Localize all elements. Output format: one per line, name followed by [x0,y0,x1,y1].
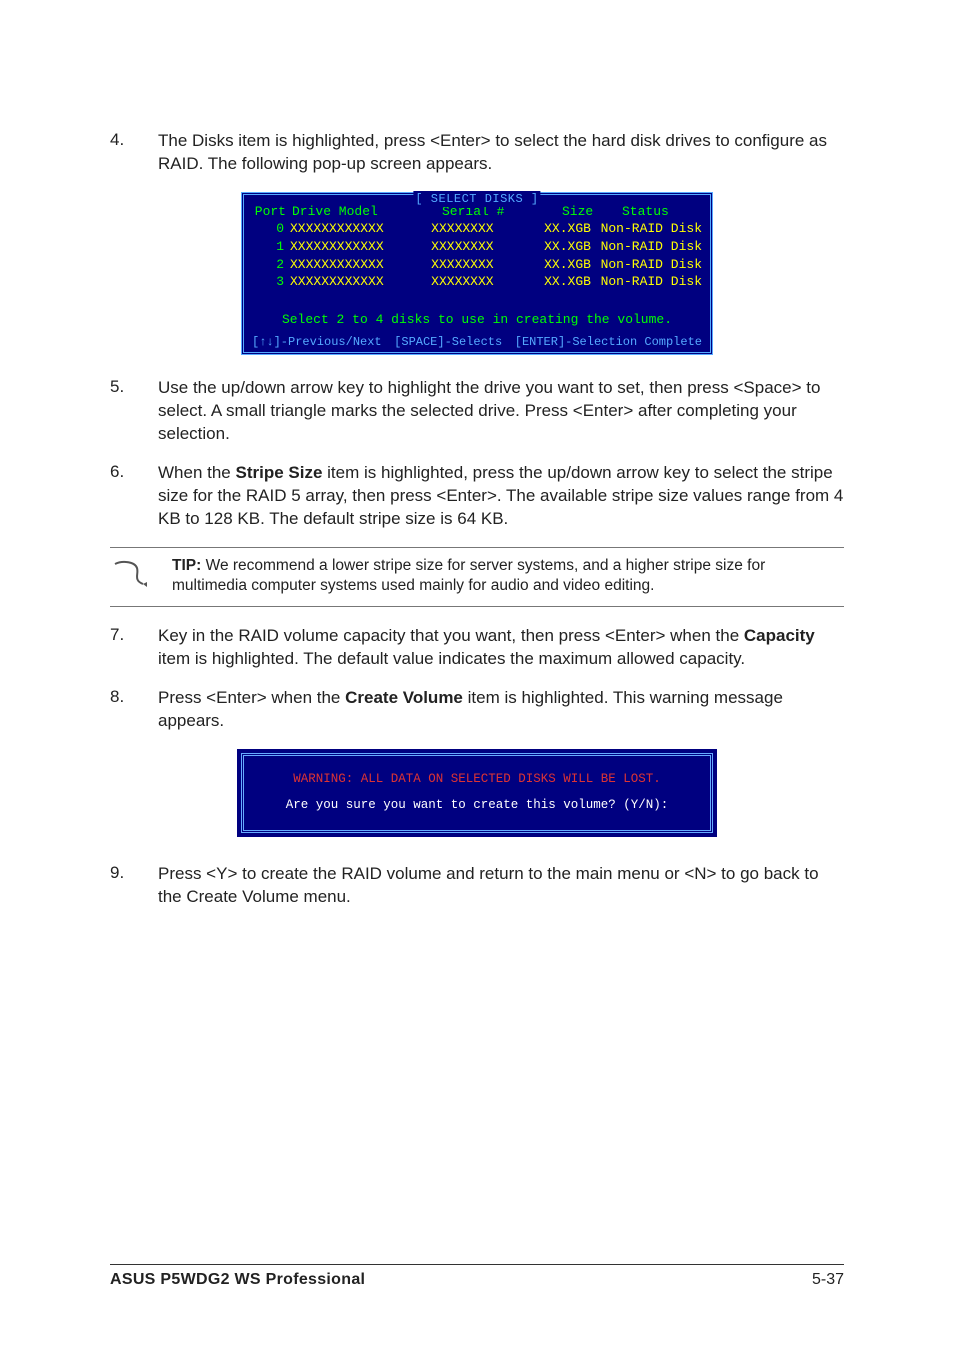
table-row: 0 XXXXXXXXXXXX XXXXXXXX XX.XGB Non-RAID … [252,220,702,238]
select-disks-footer: [↑↓]-Previous/Next [SPACE]-Selects [ENTE… [246,334,708,350]
step-5: 5. Use the up/down arrow key to highligh… [110,377,844,446]
tip-text: TIP: We recommend a lower stripe size fo… [172,556,844,596]
step-num: 5. [110,377,158,446]
warning-line-1: WARNING: ALL DATA ON SELECTED DISKS WILL… [254,772,700,786]
step-num: 8. [110,687,158,733]
step-num: 4. [110,130,158,176]
hint-space: [SPACE]-Selects [394,334,502,350]
warning-line-2: Are you sure you want to create this vol… [254,798,700,812]
select-disks-screen: [ SELECT DISKS ] Port Drive Model Serial… [241,192,713,355]
col-size: Size [562,203,622,221]
page-footer: ASUS P5WDG2 WS Professional 5-37 [110,1264,844,1289]
col-port: Port [252,203,292,221]
step-6: 6. When the Stripe Size item is highligh… [110,462,844,531]
step-text: Press <Enter> when the Create Volume ite… [158,687,844,733]
product-name: ASUS P5WDG2 WS Professional [110,1271,365,1289]
hint-enter: [ENTER]-Selection Complete [515,334,702,350]
col-status: Status [622,203,702,221]
step-text: The Disks item is highlighted, press <En… [158,130,844,176]
hint-prev-next: [↑↓]-Previous/Next [252,334,382,350]
warning-screen: WARNING: ALL DATA ON SELECTED DISKS WILL… [237,749,717,837]
step-7: 7. Key in the RAID volume capacity that … [110,625,844,671]
select-disks-title: [ SELECT DISKS ] [413,191,540,207]
step-num: 9. [110,863,158,909]
select-disks-msg: Select 2 to 4 disks to use in creating t… [246,297,708,335]
step-text: Key in the RAID volume capacity that you… [158,625,844,671]
table-row: 3 XXXXXXXXXXXX XXXXXXXX XX.XGB Non-RAID … [252,273,702,291]
page-number: 5-37 [812,1271,844,1289]
step-text: Use the up/down arrow key to highlight t… [158,377,844,446]
tip-icon [110,556,154,596]
step-text: When the Stripe Size item is highlighted… [158,462,844,531]
tip-box: TIP: We recommend a lower stripe size fo… [110,547,844,607]
step-9: 9. Press <Y> to create the RAID volume a… [110,863,844,909]
step-num: 7. [110,625,158,671]
step-8: 8. Press <Enter> when the Create Volume … [110,687,844,733]
step-4: 4. The Disks item is highlighted, press … [110,130,844,176]
table-row: 1 XXXXXXXXXXXX XXXXXXXX XX.XGB Non-RAID … [252,238,702,256]
step-num: 6. [110,462,158,531]
step-text: Press <Y> to create the RAID volume and … [158,863,844,909]
table-row: 2 XXXXXXXXXXXX XXXXXXXX XX.XGB Non-RAID … [252,256,702,274]
